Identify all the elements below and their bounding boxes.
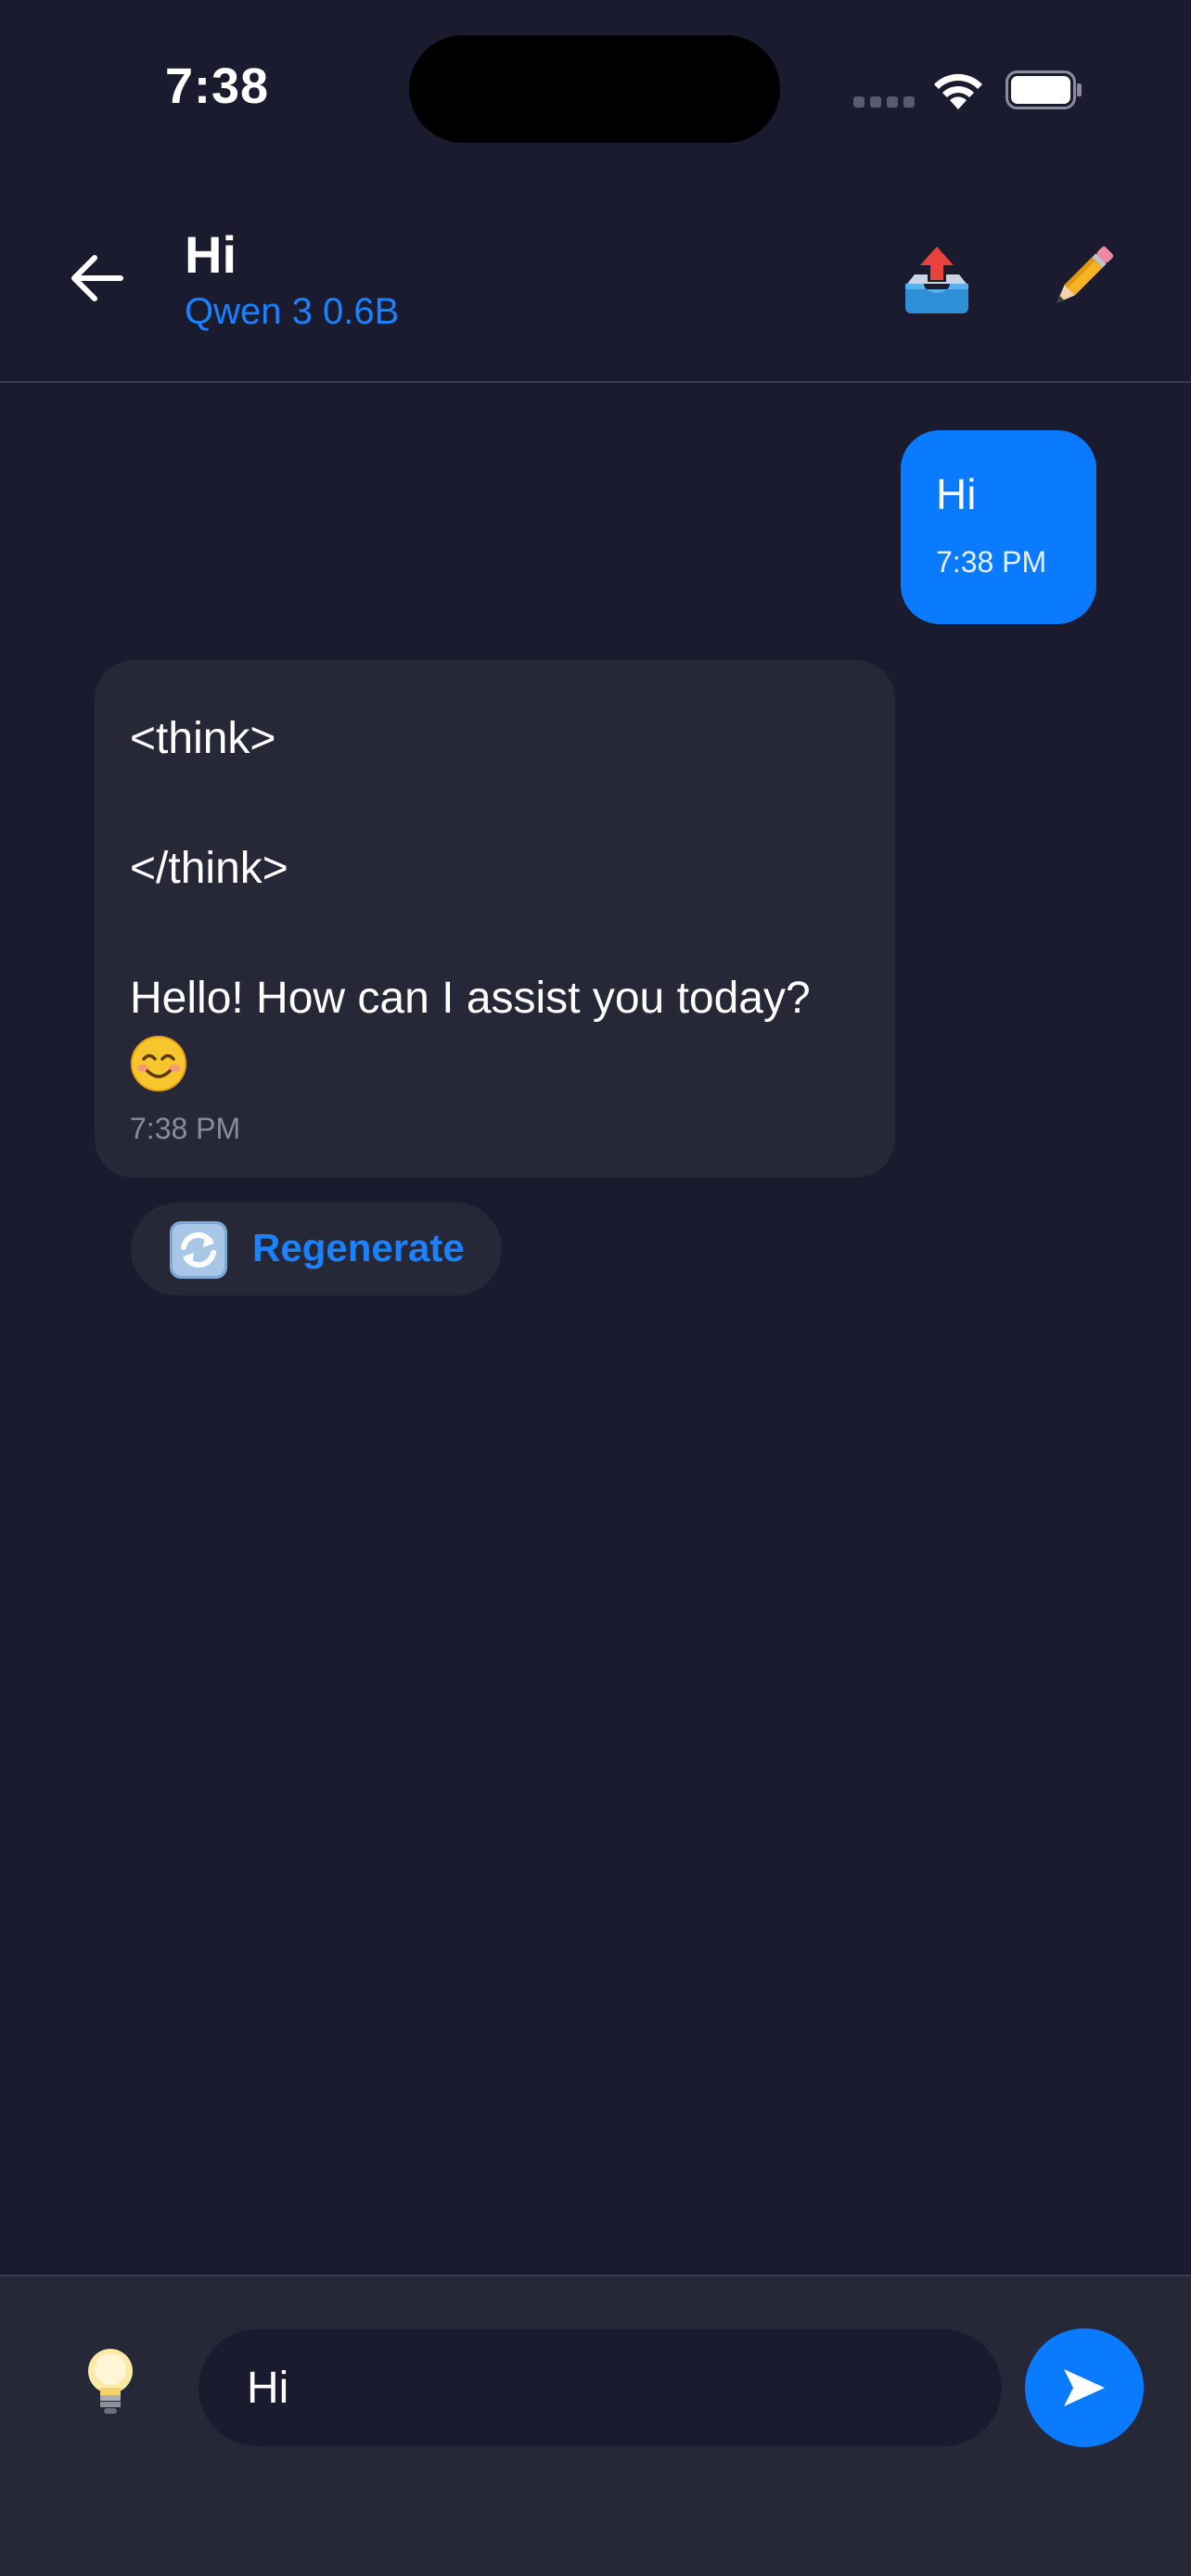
assistant-message-line: Hello! How can I assist you today? (130, 974, 811, 1023)
refresh-icon (170, 1221, 227, 1279)
chat-title: Hi (185, 225, 237, 284)
header-divider (0, 381, 1191, 383)
wifi-icon (934, 73, 982, 109)
outbox-tray-icon (905, 247, 968, 313)
regenerate-label: Regenerate (252, 1226, 465, 1269)
cellular-signal-icon (853, 96, 915, 108)
regenerate-button[interactable]: Regenerate (131, 1203, 502, 1295)
status-time: 7:38 (165, 58, 270, 114)
chat-screen: 7:38 Hi Qwen 3 0.6B Hi 7:38 PM <think> <… (0, 0, 1191, 2576)
user-message-bubble[interactable]: Hi 7:38 PM (901, 430, 1096, 624)
assistant-message-time: 7:38 PM (130, 1112, 241, 1145)
prompt-ideas-button[interactable] (78, 2343, 143, 2417)
chat-header: Hi Qwen 3 0.6B (0, 213, 1191, 380)
send-button[interactable] (1025, 2328, 1144, 2447)
send-icon (1064, 2369, 1105, 2406)
composer-bar (0, 2275, 1191, 2576)
battery-icon (1005, 70, 1082, 109)
smiling-face-icon (131, 1036, 186, 1091)
assistant-message-line: </think> (130, 844, 288, 893)
light-bulb-icon (88, 2349, 133, 2414)
message-input[interactable] (198, 2329, 1002, 2446)
user-message-text: Hi (936, 470, 977, 518)
assistant-message-line: <think> (130, 714, 276, 763)
export-button[interactable] (900, 243, 974, 317)
dynamic-island (409, 35, 780, 143)
pencil-icon (1057, 246, 1114, 303)
assistant-message-bubble[interactable]: <think> </think> Hello! How can I assist… (95, 660, 895, 1178)
model-name[interactable]: Qwen 3 0.6B (185, 291, 399, 333)
user-message-time: 7:38 PM (936, 545, 1047, 579)
arrow-left-icon (71, 255, 123, 301)
edit-button[interactable] (1044, 241, 1119, 315)
back-button[interactable] (69, 250, 139, 306)
